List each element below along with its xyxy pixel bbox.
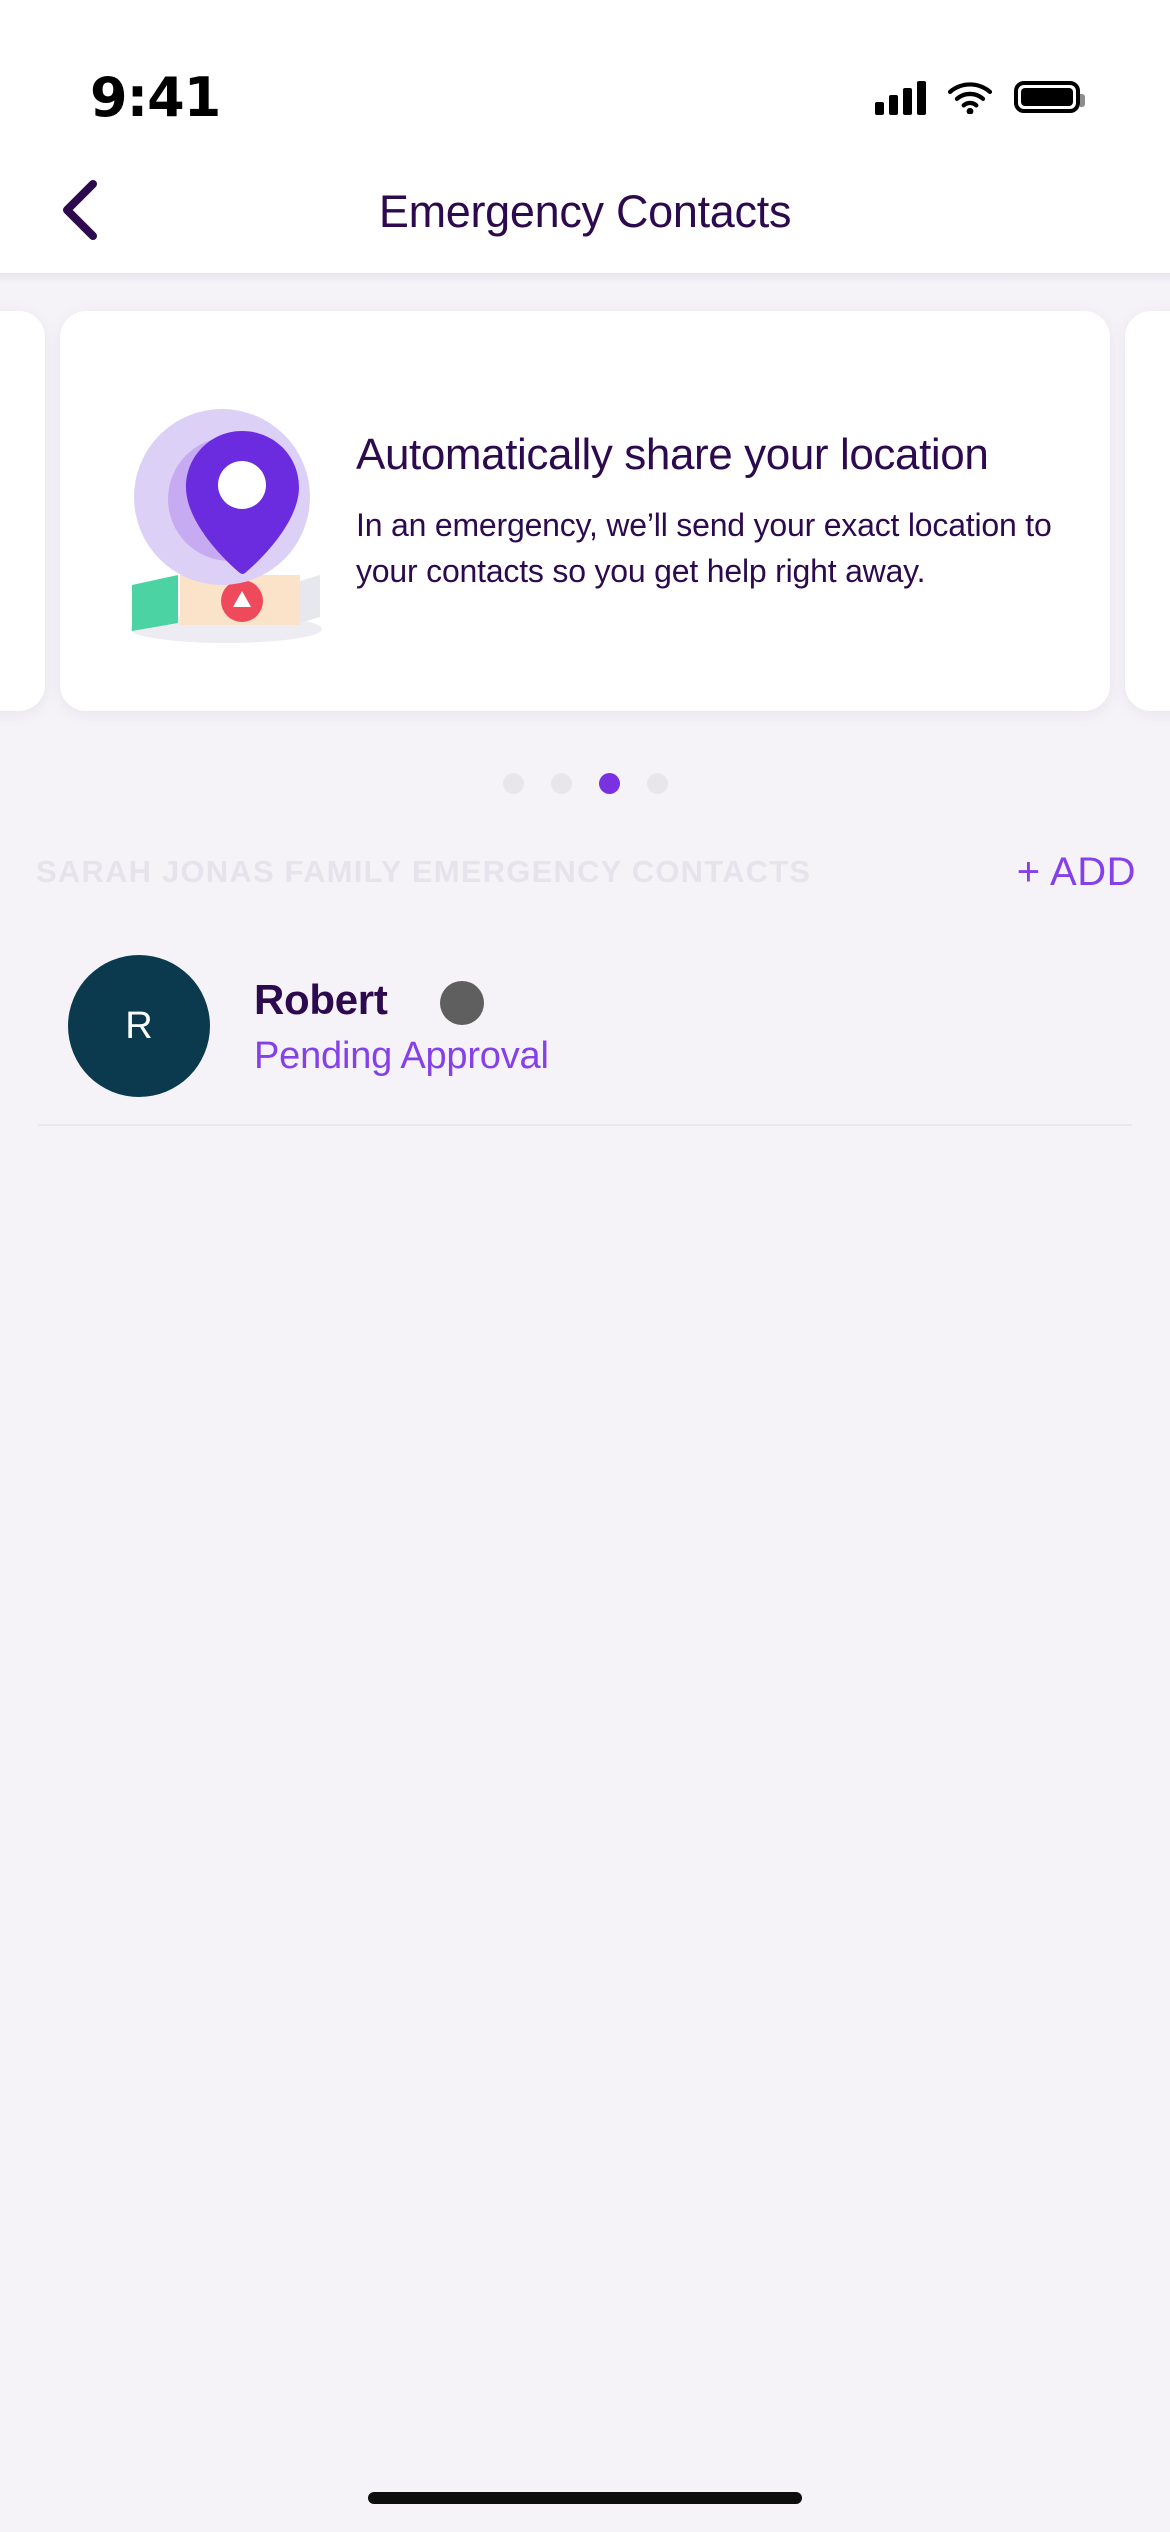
location-pin-map-icon: [94, 371, 334, 651]
chevron-left-icon: [57, 179, 99, 244]
carousel-card-previous[interactable]: [0, 311, 45, 711]
contact-name: Robert: [254, 975, 388, 1023]
contact-status-text: Pending Approval: [254, 1034, 549, 1077]
list-divider: [38, 1124, 1132, 1126]
carousel-card-text: Automatically share your location In an …: [334, 428, 1088, 595]
contacts-section-header: SARAH JONAS FAMILY EMERGENCY CONTACTS + …: [0, 840, 1170, 904]
carousel-dot-1[interactable]: [502, 773, 524, 794]
back-button[interactable]: [38, 172, 118, 252]
avatar: R: [68, 955, 210, 1097]
status-badge: [439, 980, 484, 1025]
page-title: Emergency Contacts: [378, 185, 792, 237]
carousel-dot-3[interactable]: [598, 773, 620, 794]
carousel-dot-2[interactable]: [550, 773, 572, 794]
info-carousel[interactable]: Automatically share your location In an …: [0, 283, 1170, 748]
status-bar-time: 9:41: [90, 65, 221, 129]
contact-name-row: Robert: [254, 975, 1134, 1025]
wifi-icon: [948, 80, 992, 114]
navigation-bar: Emergency Contacts: [0, 150, 1170, 273]
battery-full-icon: [1014, 81, 1085, 113]
status-bar-indicators: [875, 79, 1085, 115]
carousel-card-active[interactable]: Automatically share your location In an …: [60, 311, 1110, 711]
contact-details: Robert Pending Approval: [210, 975, 1134, 1078]
contact-list-item[interactable]: R Robert Pending Approval: [0, 930, 1170, 1122]
status-bar: 9:41: [0, 0, 1170, 150]
add-contact-button[interactable]: + ADD: [1017, 850, 1136, 895]
section-title: SARAH JONAS FAMILY EMERGENCY CONTACTS: [36, 854, 812, 889]
carousel-card-heading: Automatically share your location: [356, 429, 989, 479]
carousel-card-next[interactable]: [1125, 311, 1170, 711]
carousel-pagination[interactable]: [0, 773, 1170, 794]
carousel-card-body: In an emergency, we’ll send your exact l…: [356, 507, 1052, 589]
cellular-signal-icon: [875, 79, 926, 115]
avatar-initial: R: [125, 1004, 153, 1047]
navbar-shadow: [0, 273, 1170, 283]
home-indicator-bar[interactable]: [368, 2492, 802, 2504]
carousel-dot-4[interactable]: [646, 773, 668, 794]
